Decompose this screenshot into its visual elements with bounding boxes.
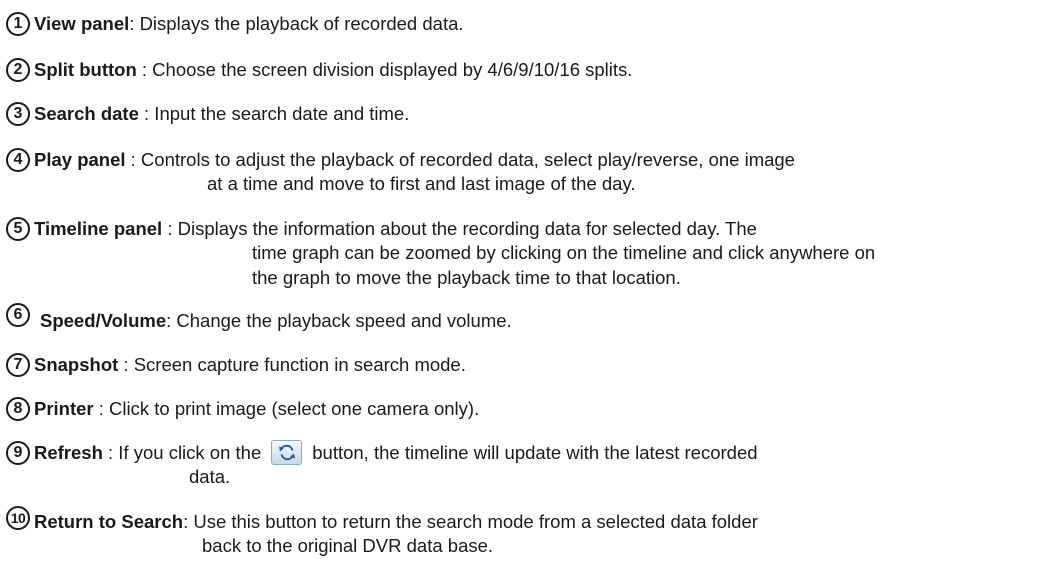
number-badge-8: 8 (6, 397, 30, 421)
desc-timeline-panel-line-1: : Displays the information about the rec… (162, 218, 757, 239)
refresh-button-icon (271, 439, 303, 465)
desc-timeline-panel-line-2: time graph can be zoomed by clicking on … (252, 242, 876, 263)
term-printer: Printer (34, 398, 94, 419)
desc-return-to-search-line-2: back to the original DVR data base. (202, 535, 494, 556)
term-split-button: Split button (34, 59, 137, 80)
desc-view-panel: : Displays the playback of recorded data… (129, 13, 464, 34)
term-snapshot: Snapshot (34, 354, 119, 375)
desc-refresh-line-2: data. (189, 466, 231, 487)
term-search-date: Search date (34, 103, 139, 124)
term-play-panel: Play panel (34, 149, 126, 170)
desc-return-to-search-line-1: : Use this button to return the search m… (183, 511, 758, 532)
number-badge-6: 6 (6, 303, 30, 327)
number-badge-7: 7 (6, 353, 30, 377)
term-view-panel: View panel (34, 13, 130, 34)
desc-play-panel-line-1: : Controls to adjust the playback of rec… (125, 149, 795, 170)
desc-timeline-panel-line-3: the graph to move the playback time to t… (252, 267, 681, 288)
term-timeline-panel: Timeline panel (34, 218, 163, 239)
term-speed-volume: Speed/Volume (40, 310, 167, 331)
number-badge-10: 10 (6, 506, 30, 530)
desc-play-panel-line-2: at a time and move to first and last ima… (207, 173, 636, 194)
term-return-to-search: Return to Search (34, 511, 184, 532)
number-badge-2: 2 (6, 58, 30, 82)
desc-snapshot: : Screen capture function in search mode… (118, 354, 466, 375)
desc-printer: : Click to print image (select one camer… (93, 398, 480, 419)
refresh-icon (279, 444, 296, 460)
number-badge-3: 3 (6, 102, 30, 126)
desc-split-button: : Choose the screen division displayed b… (136, 59, 633, 80)
number-badge-5: 5 (6, 217, 30, 241)
number-badge-1: 1 (6, 12, 30, 36)
number-badge-4: 4 (6, 148, 30, 172)
desc-speed-volume: : Change the playback speed and volume. (166, 310, 512, 331)
term-refresh: Refresh (34, 442, 103, 463)
desc-refresh-after-icon: button, the timeline will update with th… (312, 442, 758, 463)
number-badge-9: 9 (6, 441, 30, 465)
desc-refresh-before-icon: : If you click on the (102, 442, 262, 463)
desc-search-date: : Input the search date and time. (138, 103, 410, 124)
